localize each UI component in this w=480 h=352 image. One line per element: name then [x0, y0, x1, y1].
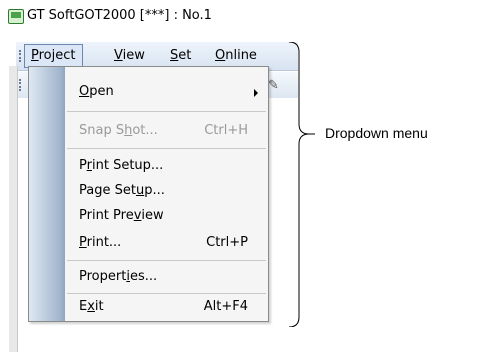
app-window-icon [8, 9, 24, 24]
menu-item-print-setup[interactable]: Print Setup... [79, 158, 163, 173]
snap-shot-shortcut: Ctrl+H [204, 123, 248, 138]
dropdown-menu-annotation: Dropdown menu [325, 125, 428, 141]
chevron-right-icon [254, 89, 258, 97]
menu-project-mnemonic: P [31, 48, 39, 63]
callout-bracket [288, 42, 315, 327]
wrench-icon[interactable]: ✎ [268, 78, 279, 93]
title-bar: GT SoftGOT2000 [***] : No.1 [0, 0, 298, 30]
menu-item-properties[interactable]: Properties... [79, 269, 157, 284]
menu-project-rest: roject [38, 48, 76, 63]
menu-icon-gutter [29, 67, 65, 321]
menu-item-exit[interactable]: Exit [79, 299, 104, 314]
menu-online-rest: nline [225, 48, 257, 63]
print-shortcut: Ctrl+P [206, 235, 248, 250]
menu-set[interactable]: Set [170, 48, 191, 63]
workspace-edge [9, 66, 18, 352]
app-window: GT SoftGOT2000 [***] : No.1 Project View… [0, 0, 298, 352]
menu-view[interactable]: View [114, 48, 145, 63]
project-dropdown-menu: Open Snap Shot... Ctrl+H Print Setup... … [28, 66, 269, 322]
menu-set-rest: et [178, 48, 192, 63]
menu-online[interactable]: Online [215, 48, 257, 63]
menu-online-mnemonic: O [215, 48, 226, 63]
menu-project[interactable]: Project [24, 44, 83, 68]
menu-item-print-preview[interactable]: Print Preview [79, 208, 164, 223]
exit-shortcut: Alt+F4 [203, 299, 248, 314]
toolbar-grip[interactable] [19, 79, 24, 91]
menu-separator [67, 293, 266, 294]
menu-item-open[interactable]: Open [79, 84, 114, 99]
menu-view-rest: iew [122, 48, 145, 63]
menu-item-snap-shot: Snap Shot... [79, 123, 158, 138]
menu-item-page-setup[interactable]: Page Setup... [79, 183, 165, 198]
menu-item-print[interactable]: Print... [79, 235, 121, 250]
menu-view-mnemonic: V [114, 48, 123, 63]
window-title: GT SoftGOT2000 [***] : No.1 [27, 8, 212, 23]
menu-separator [67, 111, 266, 112]
menu-separator [67, 260, 266, 261]
menu-separator [67, 148, 266, 149]
